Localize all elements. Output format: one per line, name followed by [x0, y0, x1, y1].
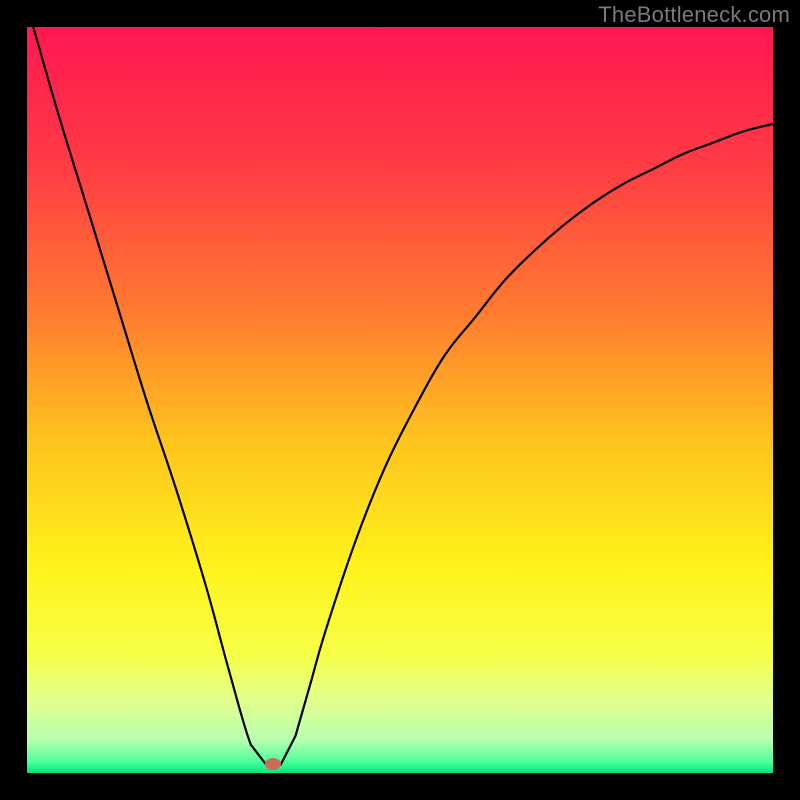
optimal-point-marker: [265, 758, 281, 770]
plot-area: [27, 27, 773, 773]
chart-frame: TheBottleneck.com: [0, 0, 800, 800]
watermark-text: TheBottleneck.com: [598, 2, 790, 28]
bottleneck-curve: [27, 27, 773, 773]
